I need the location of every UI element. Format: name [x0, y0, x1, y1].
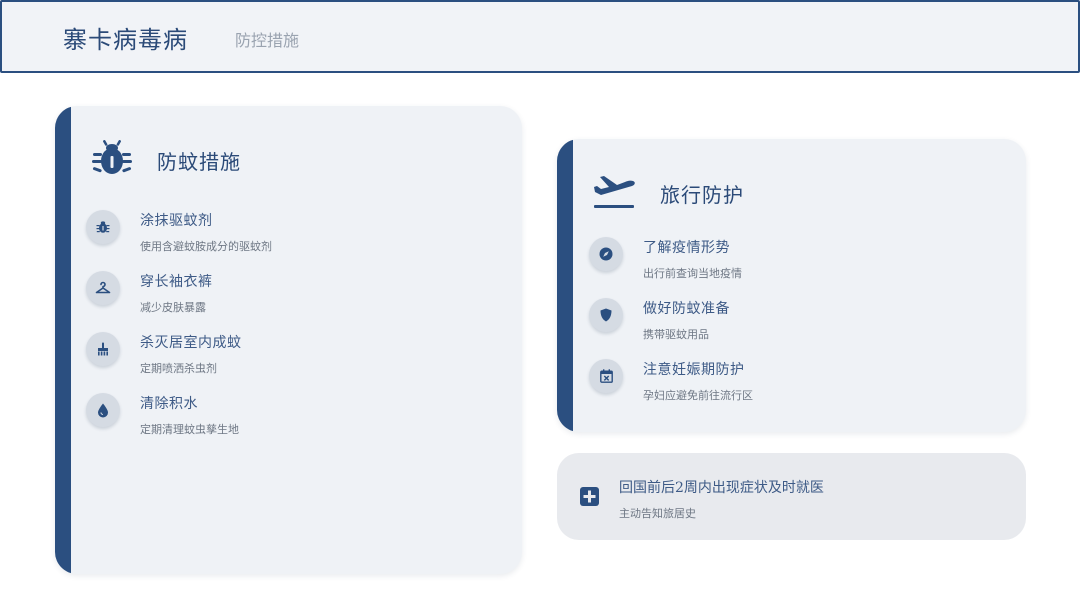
- item-desc: 携带驱蚊用品: [643, 328, 709, 341]
- accent-bar: [557, 139, 573, 432]
- card-title: 防蚊措施: [157, 150, 241, 174]
- item-label: 清除积水: [140, 396, 198, 412]
- item-label: 做好防蚊准备: [643, 301, 730, 317]
- calendar-x-icon: [589, 359, 623, 393]
- travel-protection-card: 旅行防护 了解疫情形势 出行前查询当地疫情 做好防蚊准备 携带驱蚊用品 注意妊娠…: [557, 139, 1026, 432]
- item-desc: 出行前查询当地疫情: [643, 267, 742, 280]
- page-subtitle: 防控措施: [235, 31, 300, 50]
- item-desc: 定期喷洒杀虫剂: [140, 362, 217, 375]
- header: 寨卡病毒病 防控措施: [0, 0, 1080, 73]
- shield-icon: [589, 298, 623, 332]
- item-label: 穿长袖衣裤: [140, 274, 213, 290]
- page-title: 寨卡病毒病: [63, 26, 188, 54]
- medical-advice-card: 回国前后2周内出现症状及时就医 主动告知旅居史: [557, 453, 1026, 540]
- item-desc: 使用含避蚊胺成分的驱蚊剂: [140, 240, 272, 253]
- item-desc: 孕妇应避免前往流行区: [643, 389, 753, 402]
- bug-icon: [92, 138, 132, 182]
- bug-small-icon: [86, 210, 120, 244]
- item-desc: 定期清理蚊虫孳生地: [140, 423, 239, 436]
- advice-desc: 主动告知旅居史: [619, 507, 696, 520]
- accent-bar: [55, 106, 71, 574]
- card-title: 旅行防护: [660, 183, 744, 207]
- advice-text: 回国前后2周内出现症状及时就医: [619, 480, 824, 496]
- item-label: 注意妊娠期防护: [643, 362, 745, 378]
- item-label: 涂抹驱蚊剂: [140, 213, 213, 229]
- hanger-icon: [86, 271, 120, 305]
- item-label: 杀灭居室内成蚊: [140, 335, 242, 351]
- medical-plus-icon: [580, 487, 599, 510]
- airplane-departure-icon: [592, 171, 636, 215]
- compass-icon: [589, 237, 623, 271]
- item-label: 了解疫情形势: [643, 240, 730, 256]
- mosquito-prevention-card: 防蚊措施 涂抹驱蚊剂 使用含避蚊胺成分的驱蚊剂 穿长袖衣裤 减少皮肤暴露 杀灭居…: [55, 106, 522, 574]
- broom-icon: [86, 332, 120, 366]
- water-drop-icon: [86, 393, 120, 427]
- item-desc: 减少皮肤暴露: [140, 301, 206, 314]
